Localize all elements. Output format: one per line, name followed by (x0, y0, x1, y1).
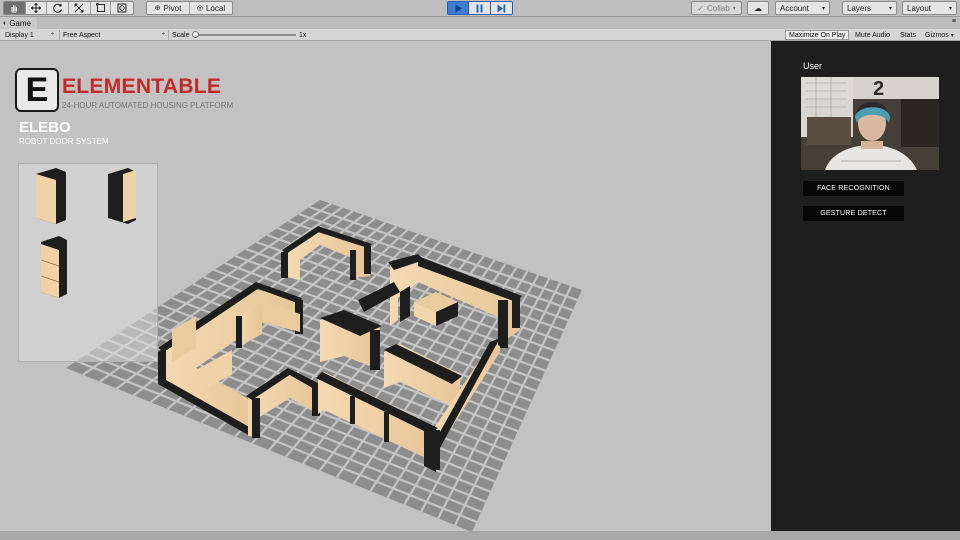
game-tab-icon: ◐ (3, 19, 8, 27)
collab-dropdown[interactable]: ✓ Collab ▾ (691, 1, 742, 15)
globe-icon: ◎ (196, 5, 203, 12)
tab-bar: ◐ Game ≡ (0, 17, 960, 29)
stats-toggle[interactable]: Stats (897, 30, 919, 40)
dropdown-arrow-icon: ▾ (732, 5, 736, 12)
pivot-label: Pivot (163, 3, 182, 13)
local-toggle[interactable]: ◎ Local (190, 2, 232, 14)
rotate-tool-icon[interactable] (47, 2, 70, 14)
hand-tool-icon[interactable] (4, 2, 26, 14)
gizmos-dropdown[interactable]: Gizmos ▾ (922, 30, 960, 40)
scale-label: Scale (168, 30, 193, 40)
brand-logo: E (15, 68, 59, 112)
brand-name: ELEMENTABLE (62, 75, 222, 98)
move-tool-icon[interactable] (26, 2, 48, 14)
gesture-detect-button[interactable]: GESTURE DETECT (803, 206, 904, 221)
game-view-controls: Display 1 Free Aspect Scale 1x Maximize … (0, 29, 960, 41)
brand-tagline: 24-HOUR AUTOMATED HOUSING PLATFORM (62, 101, 234, 110)
aspect-dropdown[interactable]: Free Aspect (59, 30, 167, 40)
product-subtitle: ROBOT DOOR SYSTEM (19, 137, 109, 146)
tab-menu-icon[interactable]: ≡ (952, 18, 956, 25)
pivot-group: ⊕ Pivot ◎ Local (146, 1, 233, 15)
maximize-on-play-toggle[interactable]: Maximize On Play (785, 30, 850, 40)
door-module-palette (18, 163, 158, 362)
dropdown-arrow-icon: ▾ (950, 32, 954, 39)
collab-label: Collab (707, 3, 730, 13)
pivot-icon: ⊕ (154, 5, 161, 12)
layers-label: Layers (847, 3, 872, 13)
step-button[interactable] (490, 2, 512, 14)
cloud-icon: ☁ (754, 3, 762, 13)
dropdown-arrow-icon: ▾ (948, 5, 952, 12)
stats-label: Stats (900, 31, 916, 39)
door-module-item[interactable] (36, 168, 66, 224)
tab-game[interactable]: ◐ Game (0, 17, 38, 29)
mute-label: Mute Audio (855, 31, 891, 39)
tab-game-label: Game (9, 18, 32, 28)
rect-tool-icon[interactable] (91, 2, 112, 14)
editor-toolbar: ⊕ Pivot ◎ Local ✓ Collab ▾ ☁ Account ▾ L… (0, 0, 960, 17)
playback-controls (447, 1, 513, 15)
play-button[interactable] (448, 2, 470, 14)
scale-slider-thumb[interactable] (192, 31, 199, 38)
svg-text:2: 2 (873, 78, 884, 100)
cloud-button[interactable]: ☁ (747, 1, 769, 15)
dropdown-arrow-icon: ▾ (821, 5, 825, 12)
status-bar (0, 531, 960, 540)
dropdown-arrow-icon: ▾ (888, 5, 892, 12)
pause-button[interactable] (469, 2, 491, 14)
transform-tool-icon[interactable] (111, 2, 133, 14)
scale-value: 1x (299, 31, 307, 39)
gizmos-label: Gizmos (925, 31, 949, 39)
game-viewport[interactable]: E ELEMENTABLE 24-HOUR AUTOMATED HOUSING … (0, 41, 771, 540)
maximize-label: Maximize On Play (789, 31, 846, 39)
layout-label: Layout (907, 3, 932, 13)
door-module-item[interactable] (108, 168, 136, 224)
account-label: Account (780, 3, 809, 13)
account-dropdown[interactable]: Account ▾ (775, 1, 830, 15)
scale-slider[interactable] (192, 31, 296, 38)
local-label: Local (205, 3, 226, 13)
face-recognition-button[interactable]: FACE RECOGNITION (803, 181, 904, 196)
pivot-toggle[interactable]: ⊕ Pivot (147, 2, 190, 14)
layers-dropdown[interactable]: Layers ▾ (842, 1, 897, 15)
door-module-item[interactable] (40, 236, 67, 298)
user-panel: User 2 FACE RECOGNITION GESTURE DETECT (771, 41, 960, 540)
checkmark-icon: ✓ (697, 3, 704, 13)
aspect-label: Free Aspect (63, 31, 101, 39)
product-title: ELEBO (19, 119, 71, 136)
scale-tool-icon[interactable] (69, 2, 91, 14)
transform-tools (3, 1, 134, 15)
display-label: Display 1 (5, 31, 34, 39)
display-dropdown[interactable]: Display 1 (2, 30, 56, 40)
brand-logo-letter: E (25, 71, 49, 109)
user-label: User (803, 61, 823, 71)
mute-audio-toggle[interactable]: Mute Audio (852, 30, 893, 40)
layout-dropdown[interactable]: Layout ▾ (902, 1, 957, 15)
webcam-feed: 2 (801, 77, 939, 170)
